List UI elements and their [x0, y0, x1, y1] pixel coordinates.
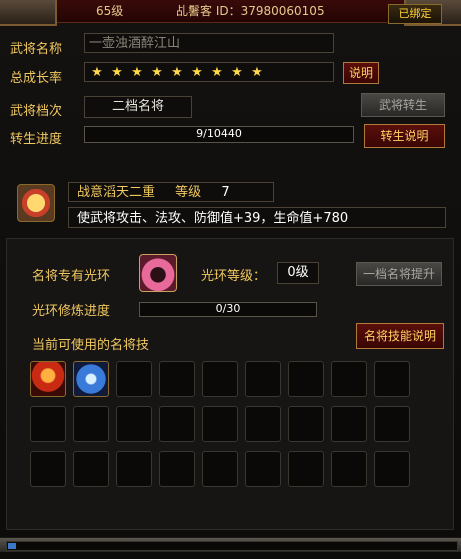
star-icon: ★ [191, 65, 203, 80]
aura-label: 名将专有光环 [32, 269, 111, 284]
skill-icon[interactable] [17, 184, 55, 222]
general-name-field[interactable]: 一壶浊酒醉江山 [84, 33, 334, 53]
skill-slot[interactable] [374, 361, 410, 397]
aura-refine-text: 0/30 [215, 302, 241, 315]
skill-slot[interactable] [374, 406, 410, 442]
skill-slot[interactable] [159, 406, 195, 442]
skill-name-box: 战意滔天二重 等级 7 [68, 182, 274, 202]
skill-slot[interactable] [159, 361, 195, 397]
rank-label: 武将档次 [10, 104, 63, 119]
skill-level-label: 等级 [175, 185, 202, 200]
bound-badge: 已绑定 [388, 4, 442, 24]
aura-level-value: 0级 [277, 262, 319, 284]
skill-slot-grid [30, 361, 420, 491]
growth-stars: ★ ★ ★ ★ ★ ★ ★ ★ ★ [84, 62, 334, 82]
skill-slot[interactable] [245, 406, 281, 442]
skill-slot[interactable] [116, 451, 152, 487]
water-skill-icon[interactable] [73, 361, 109, 397]
skill-name: 战意滔天二重 [77, 185, 156, 200]
skill-slot[interactable] [374, 451, 410, 487]
level-text: 65级 [96, 4, 124, 18]
star-icon: ★ [151, 65, 163, 80]
skill-slot[interactable] [202, 451, 238, 487]
left-ornament [0, 0, 57, 26]
skill-slot[interactable] [202, 361, 238, 397]
player-id-text: 乩鬐客 ID：37980060105 [176, 4, 325, 18]
skill-slot[interactable] [202, 406, 238, 442]
skill-slot[interactable] [288, 406, 324, 442]
skill-slot[interactable] [30, 451, 66, 487]
rank-value: 二档名将 [84, 96, 192, 118]
aura-level-label: 光环等级： [201, 269, 267, 284]
star-icon: ★ [211, 65, 223, 80]
skill-slot[interactable] [245, 451, 281, 487]
reborn-progress-text: 9/10440 [196, 127, 242, 140]
growth-help-button[interactable]: 说明 [343, 62, 379, 84]
skill-slot[interactable] [331, 451, 367, 487]
skills-label: 当前可使用的名将技 [32, 338, 150, 353]
star-icon: ★ [131, 65, 143, 80]
skill-slot[interactable] [30, 406, 66, 442]
skill-slot[interactable] [288, 451, 324, 487]
fire-skill-icon[interactable] [30, 361, 66, 397]
skill-description: 使武将攻击、法攻、防御值+39，生命值+780 [68, 207, 446, 228]
skill-slot[interactable] [331, 406, 367, 442]
aura-refine-bar: 0/30 [139, 302, 317, 317]
scrollbar-track[interactable] [6, 541, 458, 551]
star-icon: ★ [91, 65, 103, 80]
skill-slot[interactable] [245, 361, 281, 397]
aura-icon[interactable] [139, 254, 177, 292]
scrollbar-thumb[interactable] [8, 543, 16, 549]
star-icon: ★ [111, 65, 123, 80]
skill-slot[interactable] [288, 361, 324, 397]
skill-help-button[interactable]: 名将技能说明 [356, 323, 444, 349]
reborn-help-button[interactable]: 转生说明 [364, 124, 445, 148]
skill-slot[interactable] [331, 361, 367, 397]
skill-level-value: 7 [221, 185, 230, 200]
reborn-progress-label: 转生进度 [10, 132, 63, 147]
skill-slot[interactable] [116, 361, 152, 397]
scrollbar[interactable] [0, 537, 461, 552]
skill-slot[interactable] [73, 451, 109, 487]
star-icon: ★ [231, 65, 243, 80]
skill-slot[interactable] [159, 451, 195, 487]
general-name-label: 武将名称 [10, 42, 63, 57]
star-icon: ★ [251, 65, 263, 80]
skill-slot[interactable] [116, 406, 152, 442]
skill-slot[interactable] [73, 406, 109, 442]
star-icon: ★ [171, 65, 183, 80]
reborn-progress-bar: 9/10440 [84, 126, 354, 143]
reborn-button[interactable]: 武将转生 [361, 93, 445, 117]
aura-upgrade-button[interactable]: 一档名将提升 [356, 262, 442, 286]
growth-label: 总成长率 [10, 71, 63, 86]
aura-refine-label: 光环修炼进度 [32, 304, 111, 319]
